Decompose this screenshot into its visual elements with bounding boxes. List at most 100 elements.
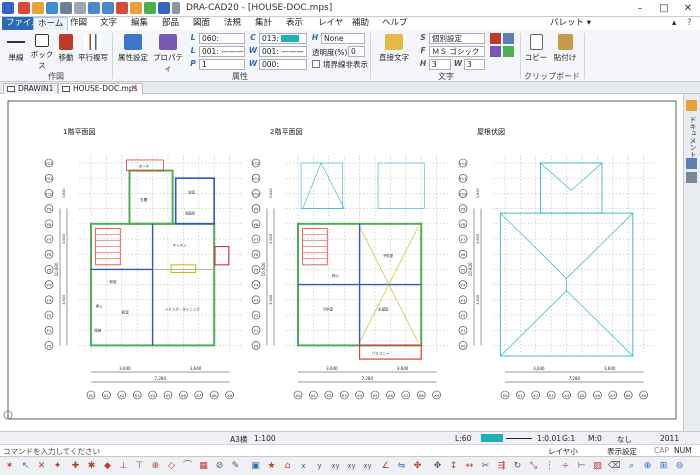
trim-icon[interactable]: ✂ xyxy=(480,461,491,472)
input-x-icon[interactable]: x xyxy=(298,461,309,472)
cursor-icon[interactable]: ↖ xyxy=(20,461,31,472)
scale-value[interactable]: 1:0.01 xyxy=(537,434,561,443)
snap-free-icon[interactable]: ⊘ xyxy=(214,461,225,472)
box-button[interactable]: ボックス xyxy=(30,34,54,71)
tool-icon[interactable] xyxy=(116,2,128,14)
preview-icon[interactable] xyxy=(74,2,86,14)
snap-endpoint-icon[interactable]: ✶ xyxy=(4,461,15,472)
hatch-icon[interactable]: ▨ xyxy=(592,461,603,472)
palette-dropdown[interactable]: パレット ▾ xyxy=(550,17,591,30)
font-height-field[interactable]: 3 xyxy=(429,59,451,70)
input-xyz-icon[interactable]: xy xyxy=(346,461,357,472)
color-field[interactable]: 013: xyxy=(259,33,307,44)
current-color-swatch[interactable] xyxy=(481,434,503,442)
snap-rect-icon[interactable]: ⌂ xyxy=(282,461,293,472)
open-file-icon[interactable] xyxy=(32,2,44,14)
menu-sakuzu[interactable]: 作図 xyxy=(66,17,91,30)
menu-shukei[interactable]: 集計 xyxy=(251,17,276,30)
idou-button[interactable]: 移動 xyxy=(55,34,77,63)
property-button[interactable]: プロパティ xyxy=(151,34,185,74)
menu-moji[interactable]: 文字 xyxy=(96,17,121,30)
snap-point-icon[interactable]: ✱ xyxy=(86,461,97,472)
menu-hojo[interactable]: 補助 xyxy=(348,17,373,30)
snap-perp-icon[interactable]: ⊤ xyxy=(134,461,145,472)
font-setting-field[interactable]: 個別設定 xyxy=(429,33,485,44)
font-name-field[interactable]: ＭＳ ゴシック xyxy=(429,46,485,57)
width-field[interactable]: 000: xyxy=(259,59,307,70)
snap-arc-icon[interactable]: ⌒ xyxy=(182,461,193,472)
drawing-scale[interactable]: 1:100 xyxy=(254,434,276,443)
zoom-all-icon[interactable]: ⊞ xyxy=(658,461,669,472)
snap-cross-icon[interactable]: ✕ xyxy=(36,461,47,472)
text-align-icon[interactable] xyxy=(490,46,501,57)
grid-icon[interactable] xyxy=(144,2,156,14)
linetype-field[interactable]: 001: ——— xyxy=(199,46,245,57)
group-value[interactable]: G:1 xyxy=(562,434,575,443)
pen-field[interactable]: 1 xyxy=(199,59,245,70)
tab-drawin1[interactable]: DRAWIN1 xyxy=(3,83,59,94)
layer-field[interactable]: 060: xyxy=(199,33,245,44)
undo-icon[interactable] xyxy=(88,2,100,14)
text-color-icon[interactable] xyxy=(490,33,501,44)
menu-hyoji[interactable]: 表示 xyxy=(282,17,307,30)
print-icon[interactable] xyxy=(60,2,72,14)
paste-button[interactable]: 貼付け xyxy=(551,34,579,63)
document-panel-tab[interactable]: ドキュメント xyxy=(687,116,698,158)
tab-close-icon[interactable]: ✕ xyxy=(131,83,138,92)
divide-icon[interactable]: ÷ xyxy=(560,461,571,472)
snap-node-icon[interactable]: ◆ xyxy=(102,461,113,472)
pin-icon[interactable] xyxy=(686,100,697,111)
array-icon[interactable]: ⋮ xyxy=(544,461,555,472)
heiko-button[interactable]: 平行複写 xyxy=(78,34,108,63)
tab-house-doc[interactable]: HOUSE-DOC.mps xyxy=(58,83,143,94)
minimize-button[interactable]: – xyxy=(628,0,652,17)
input-y-icon[interactable]: y xyxy=(314,461,325,472)
layer-icon[interactable] xyxy=(130,2,142,14)
transparency-field[interactable]: 0 xyxy=(348,46,365,57)
snap-quadrant-icon[interactable]: ◇ xyxy=(166,461,177,472)
redo-icon[interactable] xyxy=(102,2,114,14)
new-file-icon[interactable] xyxy=(18,2,30,14)
input-xy-icon[interactable]: xy xyxy=(330,461,341,472)
snap-near-icon[interactable]: ⊕ xyxy=(150,461,161,472)
angle-icon[interactable]: ∠ xyxy=(380,461,391,472)
current-layer[interactable]: L:60 xyxy=(455,434,471,443)
panel-icon[interactable] xyxy=(686,172,697,183)
text-style-icon[interactable] xyxy=(503,33,514,44)
text-frame-icon[interactable] xyxy=(503,46,514,57)
menu-help[interactable]: ヘルプ xyxy=(378,17,412,30)
input-dxdy-icon[interactable]: xy xyxy=(362,461,373,472)
chokusetsu-moji-button[interactable]: 直接文字 xyxy=(374,34,414,63)
snap-midpoint-icon[interactable]: ✦ xyxy=(52,461,63,472)
snap-tangent-icon[interactable]: ⊥ xyxy=(118,461,129,472)
m-value[interactable]: M:0 xyxy=(588,434,602,443)
extend-icon[interactable]: ↔ xyxy=(464,461,475,472)
mirror-icon[interactable]: ⇋ xyxy=(396,461,407,472)
close-button[interactable]: ✕ xyxy=(676,0,700,17)
rotate-icon[interactable]: ↻ xyxy=(512,461,523,472)
dimension-icon[interactable]: ⊢ xyxy=(576,461,587,472)
measure-icon[interactable]: ↕ xyxy=(448,461,459,472)
menu-layer[interactable]: レイヤ xyxy=(314,17,347,30)
menu-home[interactable]: ホーム xyxy=(33,17,69,30)
save-icon[interactable] xyxy=(46,2,58,14)
help-icon[interactable]: ? xyxy=(683,17,696,30)
snap-center-icon[interactable]: ✚ xyxy=(70,461,81,472)
zoom-window-icon[interactable]: ⌕ xyxy=(626,461,637,472)
customize-icon[interactable] xyxy=(172,2,180,14)
drawing-canvas[interactable]: 1階平面図 Y12 Y11 Y10 Y9 Y8 Y7 Y6 Y5 Y4 Y3 Y2 Y1 Y0 10,920… xyxy=(0,94,683,431)
app-icon[interactable] xyxy=(2,2,14,14)
ribbon-collapse-icon[interactable]: ▴ xyxy=(668,17,680,30)
settings-icon[interactable] xyxy=(158,2,170,14)
panel-icon[interactable] xyxy=(686,158,697,169)
star-icon[interactable]: ★ xyxy=(266,461,277,472)
pan-icon[interactable]: ✥ xyxy=(432,461,443,472)
menu-henshu[interactable]: 編集 xyxy=(127,17,152,30)
tansen-button[interactable]: 単線 xyxy=(4,34,28,63)
boundary-checkbox[interactable] xyxy=(312,60,320,68)
copy-button[interactable]: コピー xyxy=(523,34,549,63)
offset-icon[interactable]: ⇶ xyxy=(496,461,507,472)
linewidth-field[interactable]: 001: ——— xyxy=(259,46,307,57)
menu-buhin[interactable]: 部品 xyxy=(158,17,183,30)
lock-icon[interactable]: ✤ xyxy=(412,461,423,472)
